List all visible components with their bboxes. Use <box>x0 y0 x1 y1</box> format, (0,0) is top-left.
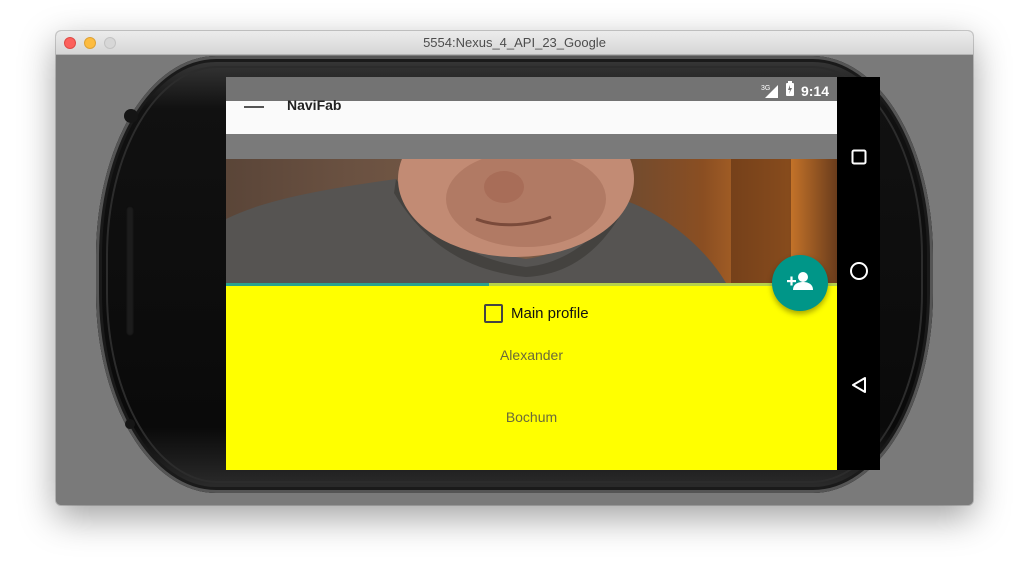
home-button[interactable] <box>848 261 870 286</box>
header-progress <box>226 283 489 286</box>
toolbar-shadow-band <box>226 134 837 159</box>
android-nav-bar <box>837 77 880 470</box>
phone-frame: 3G 9:14 NaviFab Main profile Alexander B… <box>96 56 933 493</box>
sensor <box>125 419 135 429</box>
window-titlebar: 5554:Nexus_4_API_23_Google <box>56 31 973 55</box>
app-content: 3G 9:14 NaviFab Main profile Alexander B… <box>226 77 837 470</box>
profile-header-image <box>226 159 837 283</box>
menu-icon[interactable] <box>244 106 264 108</box>
camera <box>124 109 138 123</box>
recent-apps-button[interactable] <box>848 148 870 170</box>
main-profile-checkbox[interactable] <box>484 304 503 323</box>
device-screen: 3G 9:14 NaviFab Main profile Alexander B… <box>226 77 880 470</box>
person-add-icon <box>787 271 813 296</box>
emulator-window: 5554:Nexus_4_API_23_Google 3G 9:14 NaviF… <box>56 31 973 505</box>
main-profile-label: Main profile <box>511 305 589 322</box>
back-icon <box>850 376 868 399</box>
status-time: 9:14 <box>800 83 829 99</box>
svg-text:3G: 3G <box>761 85 770 92</box>
app-title: NaviFab <box>287 97 342 113</box>
battery-icon <box>785 81 795 101</box>
back-button[interactable] <box>848 376 870 398</box>
emulator-content: 3G 9:14 NaviFab Main profile Alexander B… <box>56 55 973 505</box>
main-profile-checkbox-row[interactable]: Main profile <box>484 304 589 323</box>
recent-apps-icon <box>851 149 867 170</box>
app-toolbar: NaviFab <box>226 97 837 134</box>
home-icon <box>849 261 869 286</box>
city-field[interactable]: Bochum <box>226 409 837 425</box>
window-title: 5554:Nexus_4_API_23_Google <box>423 35 606 50</box>
header-divider <box>226 283 837 286</box>
add-person-fab[interactable] <box>772 255 828 311</box>
speaker <box>126 206 134 336</box>
first-name-field[interactable]: Alexander <box>226 347 837 363</box>
network-icon: 3G <box>761 84 779 98</box>
